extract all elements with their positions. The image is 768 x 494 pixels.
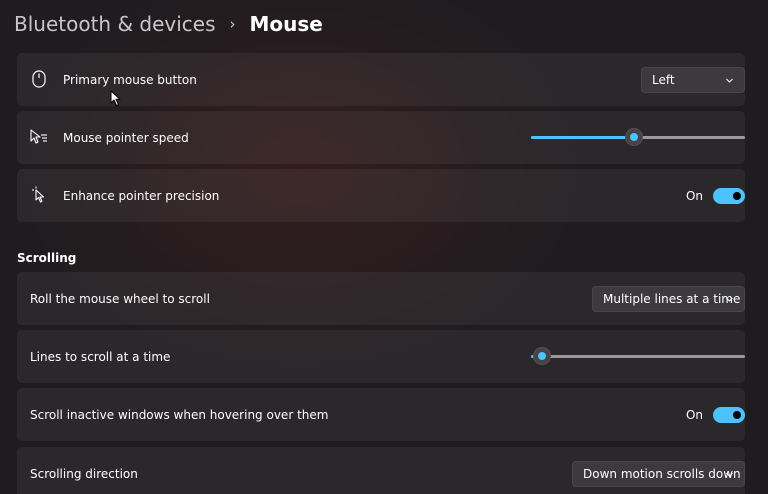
lines-scroll-card: Lines to scroll at a time xyxy=(17,330,745,383)
inactive-scroll-toggle-group: On xyxy=(686,405,745,425)
pointer-speed-label: Mouse pointer speed xyxy=(63,130,189,145)
pointer-precision-card: Enhance pointer precision On xyxy=(17,169,745,222)
lines-scroll-slider[interactable] xyxy=(531,346,745,366)
slider-thumb[interactable] xyxy=(624,128,643,146)
pointer-precision-toggle-group: On xyxy=(686,186,745,206)
scrolling-section-title: Scrolling xyxy=(17,251,77,265)
pointer-speed-card: Mouse pointer speed xyxy=(17,111,745,164)
scroll-direction-value: Down motion scrolls down xyxy=(583,466,741,481)
wheel-scroll-value: Multiple lines at a time xyxy=(603,291,741,306)
wheel-scroll-card: Roll the mouse wheel to scroll Multiple … xyxy=(17,272,745,325)
scroll-direction-dropdown[interactable]: Down motion scrolls down xyxy=(572,460,745,487)
pointer-precision-state: On xyxy=(685,189,703,203)
chevron-down-icon xyxy=(726,297,733,302)
wheel-scroll-label: Roll the mouse wheel to scroll xyxy=(30,291,210,306)
scroll-direction-label: Scrolling direction xyxy=(30,466,138,481)
pointer-precision-toggle[interactable] xyxy=(713,188,745,204)
chevron-down-icon xyxy=(726,472,733,477)
inactive-scroll-toggle[interactable] xyxy=(713,407,745,423)
lines-scroll-label: Lines to scroll at a time xyxy=(30,349,171,364)
breadcrumb: Bluetooth & devices › Mouse xyxy=(14,8,323,40)
chevron-down-icon xyxy=(726,78,733,83)
primary-mouse-button-label: Primary mouse button xyxy=(63,72,197,87)
pointer-speed-icon xyxy=(29,127,49,147)
page-title: Mouse xyxy=(249,12,323,36)
slider-fill xyxy=(531,136,634,139)
breadcrumb-parent-link[interactable]: Bluetooth & devices xyxy=(14,12,216,36)
mouse-cursor-icon xyxy=(110,90,121,106)
toggle-knob xyxy=(733,411,741,419)
primary-mouse-button-card: Primary mouse button Left xyxy=(17,53,745,106)
breadcrumb-separator: › xyxy=(229,15,236,33)
primary-mouse-button-dropdown[interactable]: Left xyxy=(641,66,745,93)
pointer-precision-icon xyxy=(29,185,49,205)
mouse-icon xyxy=(29,69,49,89)
pointer-speed-slider[interactable] xyxy=(531,127,745,147)
inactive-scroll-state: On xyxy=(685,408,703,422)
pointer-precision-label: Enhance pointer precision xyxy=(63,188,220,203)
toggle-knob xyxy=(733,192,741,200)
inactive-scroll-card: Scroll inactive windows when hovering ov… xyxy=(17,388,745,441)
inactive-scroll-label: Scroll inactive windows when hovering ov… xyxy=(30,407,329,422)
scroll-direction-card: Scrolling direction Down motion scrolls … xyxy=(17,447,745,494)
primary-mouse-button-value: Left xyxy=(652,72,675,87)
slider-thumb[interactable] xyxy=(532,347,551,365)
slider-rail xyxy=(531,355,745,358)
wheel-scroll-dropdown[interactable]: Multiple lines at a time xyxy=(592,285,745,312)
